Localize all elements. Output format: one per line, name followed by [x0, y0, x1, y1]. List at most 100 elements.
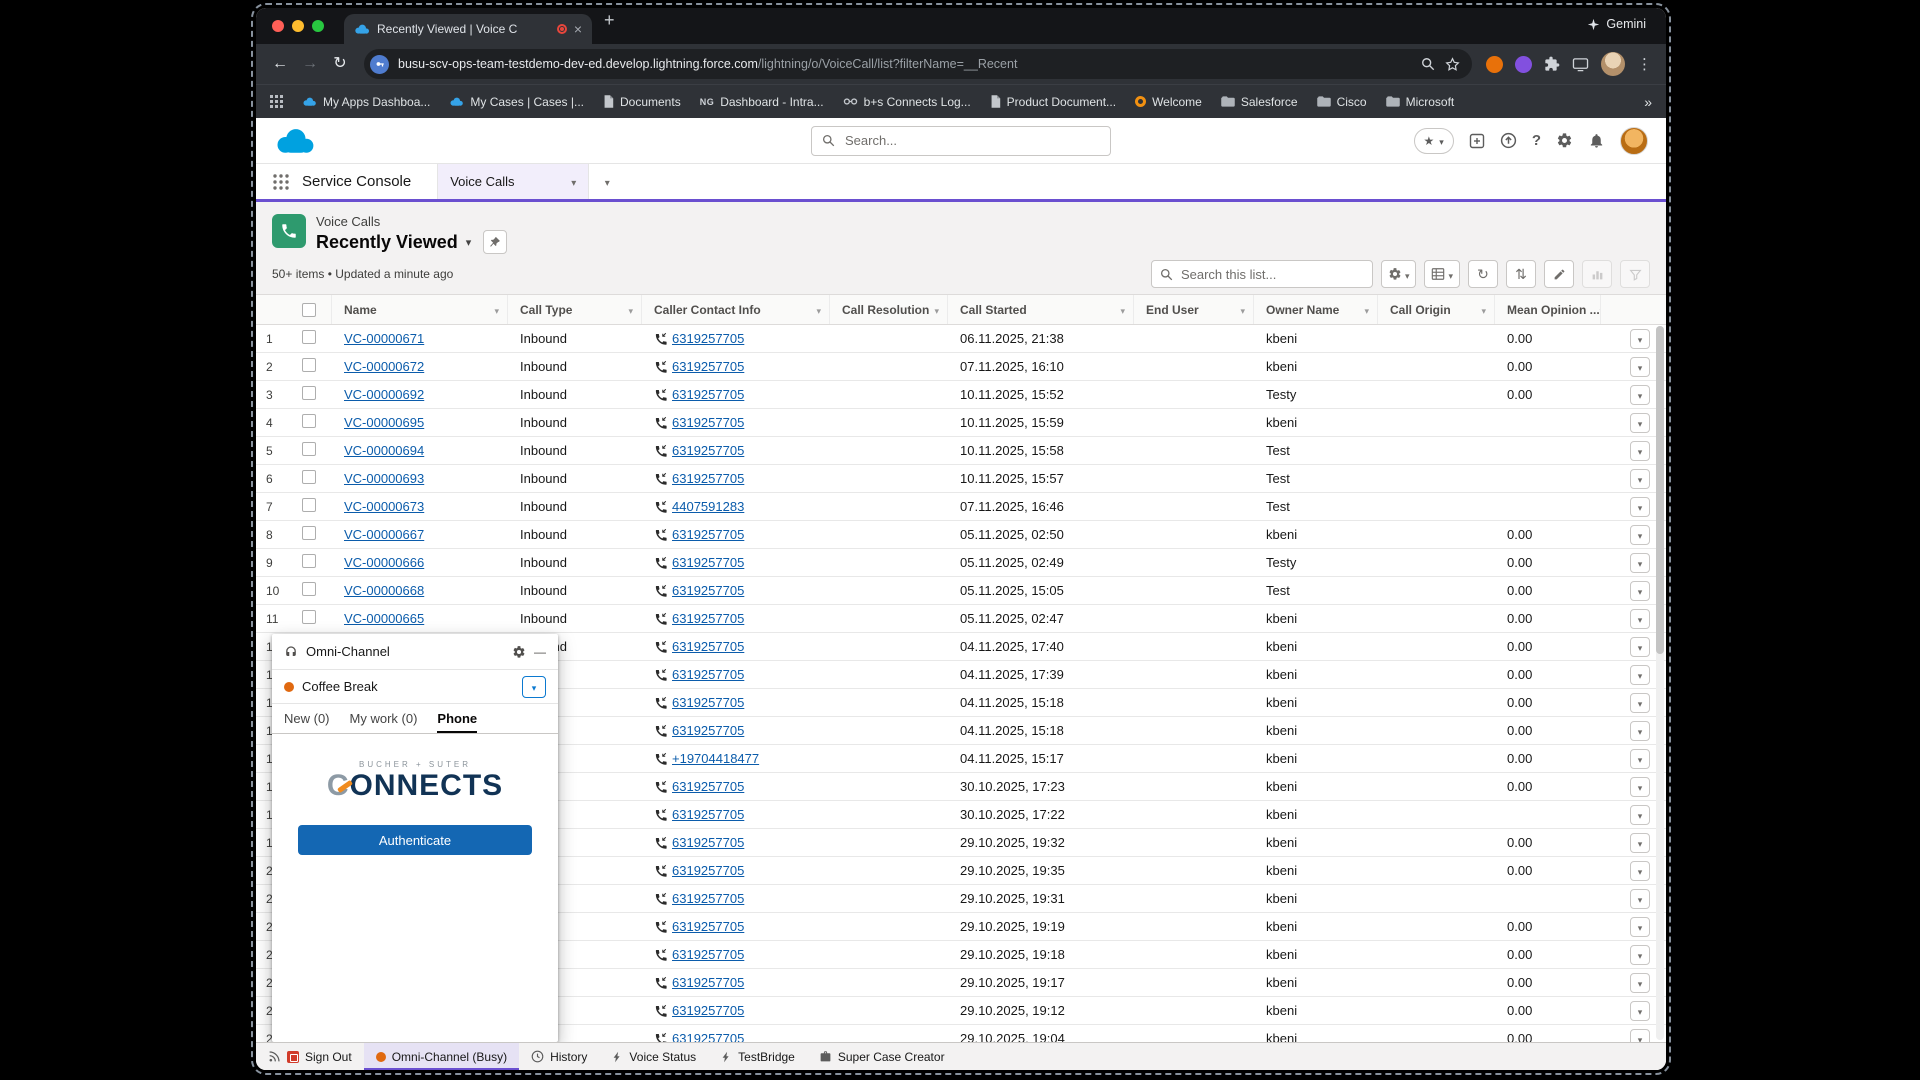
user-avatar[interactable]	[1620, 127, 1648, 155]
voice-call-link[interactable]: VC-00000665	[344, 611, 424, 626]
row-checkbox[interactable]	[302, 442, 316, 456]
app-launcher-icon[interactable]	[272, 173, 290, 191]
pin-list-button[interactable]	[483, 230, 507, 254]
bookmark-bs-connects[interactable]: b+s Connects Log...	[843, 95, 971, 109]
browser-menu-icon[interactable]	[1637, 56, 1652, 73]
voice-call-link[interactable]: VC-00000692	[344, 387, 424, 402]
bookmark-documents[interactable]: Documents	[603, 95, 681, 109]
phone-number-link[interactable]: 6319257705	[672, 639, 744, 654]
row-actions-button[interactable]	[1630, 973, 1650, 993]
edit-button[interactable]	[1544, 260, 1574, 288]
zoom-icon[interactable]	[1421, 57, 1435, 71]
row-checkbox[interactable]	[302, 470, 316, 484]
utility-sign-out[interactable]: Sign Out	[256, 1043, 364, 1070]
list-search-input[interactable]	[1179, 266, 1364, 283]
extension-purple-icon[interactable]	[1515, 56, 1532, 73]
voice-call-link[interactable]: VC-00000672	[344, 359, 424, 374]
app-name[interactable]: Service Console	[302, 173, 411, 190]
row-actions-button[interactable]	[1630, 413, 1650, 433]
chevron-down-icon[interactable]	[1364, 303, 1369, 317]
row-actions-button[interactable]	[1630, 889, 1650, 909]
authenticate-button[interactable]: Authenticate	[298, 825, 532, 855]
reload-button[interactable]	[326, 50, 354, 78]
gemini-button[interactable]: Gemini	[1587, 17, 1646, 31]
select-all-checkbox[interactable]	[302, 303, 316, 317]
global-search[interactable]	[811, 126, 1111, 156]
charts-button[interactable]	[1582, 260, 1612, 288]
row-checkbox[interactable]	[302, 582, 316, 596]
phone-number-link[interactable]: 6319257705	[672, 527, 744, 542]
list-settings-button[interactable]	[1381, 260, 1417, 288]
row-actions-button[interactable]	[1630, 665, 1650, 685]
phone-number-link[interactable]: 6319257705	[672, 555, 744, 570]
setup-gear-icon[interactable]	[1556, 132, 1573, 149]
column-call-type[interactable]: Call Type	[508, 295, 642, 324]
row-checkbox[interactable]	[302, 610, 316, 624]
bookmark-folder-salesforce[interactable]: Salesforce	[1221, 95, 1298, 109]
row-actions-button[interactable]	[1630, 469, 1650, 489]
chevron-down-icon[interactable]	[1481, 303, 1486, 317]
phone-number-link[interactable]: 6319257705	[672, 443, 744, 458]
tab-list-dropdown[interactable]	[589, 164, 625, 199]
site-info-icon[interactable]	[370, 55, 389, 74]
chevron-down-icon[interactable]	[1240, 303, 1245, 317]
row-actions-button[interactable]	[1630, 385, 1650, 405]
phone-number-link[interactable]: 6319257705	[672, 947, 744, 962]
row-actions-button[interactable]	[1630, 945, 1650, 965]
omni-tab-my-work[interactable]: My work (0)	[350, 704, 418, 733]
voice-call-link[interactable]: VC-00000667	[344, 527, 424, 542]
column-call-origin[interactable]: Call Origin	[1378, 295, 1495, 324]
row-actions-button[interactable]	[1630, 805, 1650, 825]
column-name[interactable]: Name	[332, 295, 508, 324]
row-actions-button[interactable]	[1630, 553, 1650, 573]
help-icon[interactable]	[1532, 132, 1541, 149]
row-actions-button[interactable]	[1630, 441, 1650, 461]
phone-number-link[interactable]: 6319257705	[672, 919, 744, 934]
voice-call-link[interactable]: VC-00000668	[344, 583, 424, 598]
new-tab-button[interactable]	[604, 10, 615, 31]
address-bar[interactable]: busu-scv-ops-team-testdemo-dev-ed.develo…	[364, 49, 1472, 79]
view-selector-caret[interactable]	[466, 233, 472, 251]
omni-tab-new[interactable]: New (0)	[284, 704, 330, 733]
phone-number-link[interactable]: 6319257705	[672, 723, 744, 738]
bookmark-my-cases[interactable]: My Cases | Cases |...	[449, 95, 584, 109]
bookmark-folder-cisco[interactable]: Cisco	[1317, 95, 1367, 109]
table-scrollbar[interactable]	[1656, 326, 1664, 1040]
phone-number-link[interactable]: 6319257705	[672, 387, 744, 402]
extensions-puzzle-icon[interactable]	[1544, 56, 1560, 72]
zoom-window-button[interactable]	[312, 20, 324, 32]
row-actions-button[interactable]	[1630, 833, 1650, 853]
row-actions-button[interactable]	[1630, 525, 1650, 545]
browser-profile-avatar[interactable]	[1601, 52, 1625, 76]
forward-button[interactable]	[296, 50, 324, 78]
voice-call-link[interactable]: VC-00000695	[344, 415, 424, 430]
utility-omni-channel[interactable]: Omni-Channel (Busy)	[364, 1043, 519, 1070]
row-checkbox[interactable]	[302, 330, 316, 344]
phone-number-link[interactable]: 6319257705	[672, 891, 744, 906]
sort-button[interactable]	[1506, 260, 1536, 288]
voice-call-link[interactable]: VC-00000693	[344, 471, 424, 486]
row-checkbox[interactable]	[302, 554, 316, 568]
phone-number-link[interactable]: 6319257705	[672, 583, 744, 598]
column-mean-opinion[interactable]: Mean Opinion ...	[1495, 295, 1601, 324]
phone-number-link[interactable]: 6319257705	[672, 835, 744, 850]
display-as-button[interactable]	[1424, 260, 1460, 288]
extension-orange-icon[interactable]	[1486, 56, 1503, 73]
row-actions-button[interactable]	[1630, 1029, 1650, 1043]
phone-number-link[interactable]: 6319257705	[672, 415, 744, 430]
bookmark-product-doc[interactable]: Product Document...	[990, 95, 1116, 109]
utility-history[interactable]: History	[519, 1043, 599, 1070]
phone-number-link[interactable]: 6319257705	[672, 695, 744, 710]
scrollbar-thumb[interactable]	[1656, 326, 1664, 654]
chevron-down-icon[interactable]	[816, 303, 821, 317]
column-caller-contact[interactable]: Caller Contact Info	[642, 295, 830, 324]
upload-status-icon[interactable]	[1500, 132, 1517, 149]
phone-number-link[interactable]: 6319257705	[672, 471, 744, 486]
row-checkbox[interactable]	[302, 386, 316, 400]
status-dropdown-button[interactable]	[522, 676, 546, 698]
minimize-panel-icon[interactable]	[534, 644, 546, 659]
row-actions-button[interactable]	[1630, 917, 1650, 937]
phone-number-link[interactable]: 4407591283	[672, 499, 744, 514]
close-window-button[interactable]	[272, 20, 284, 32]
row-checkbox[interactable]	[302, 414, 316, 428]
